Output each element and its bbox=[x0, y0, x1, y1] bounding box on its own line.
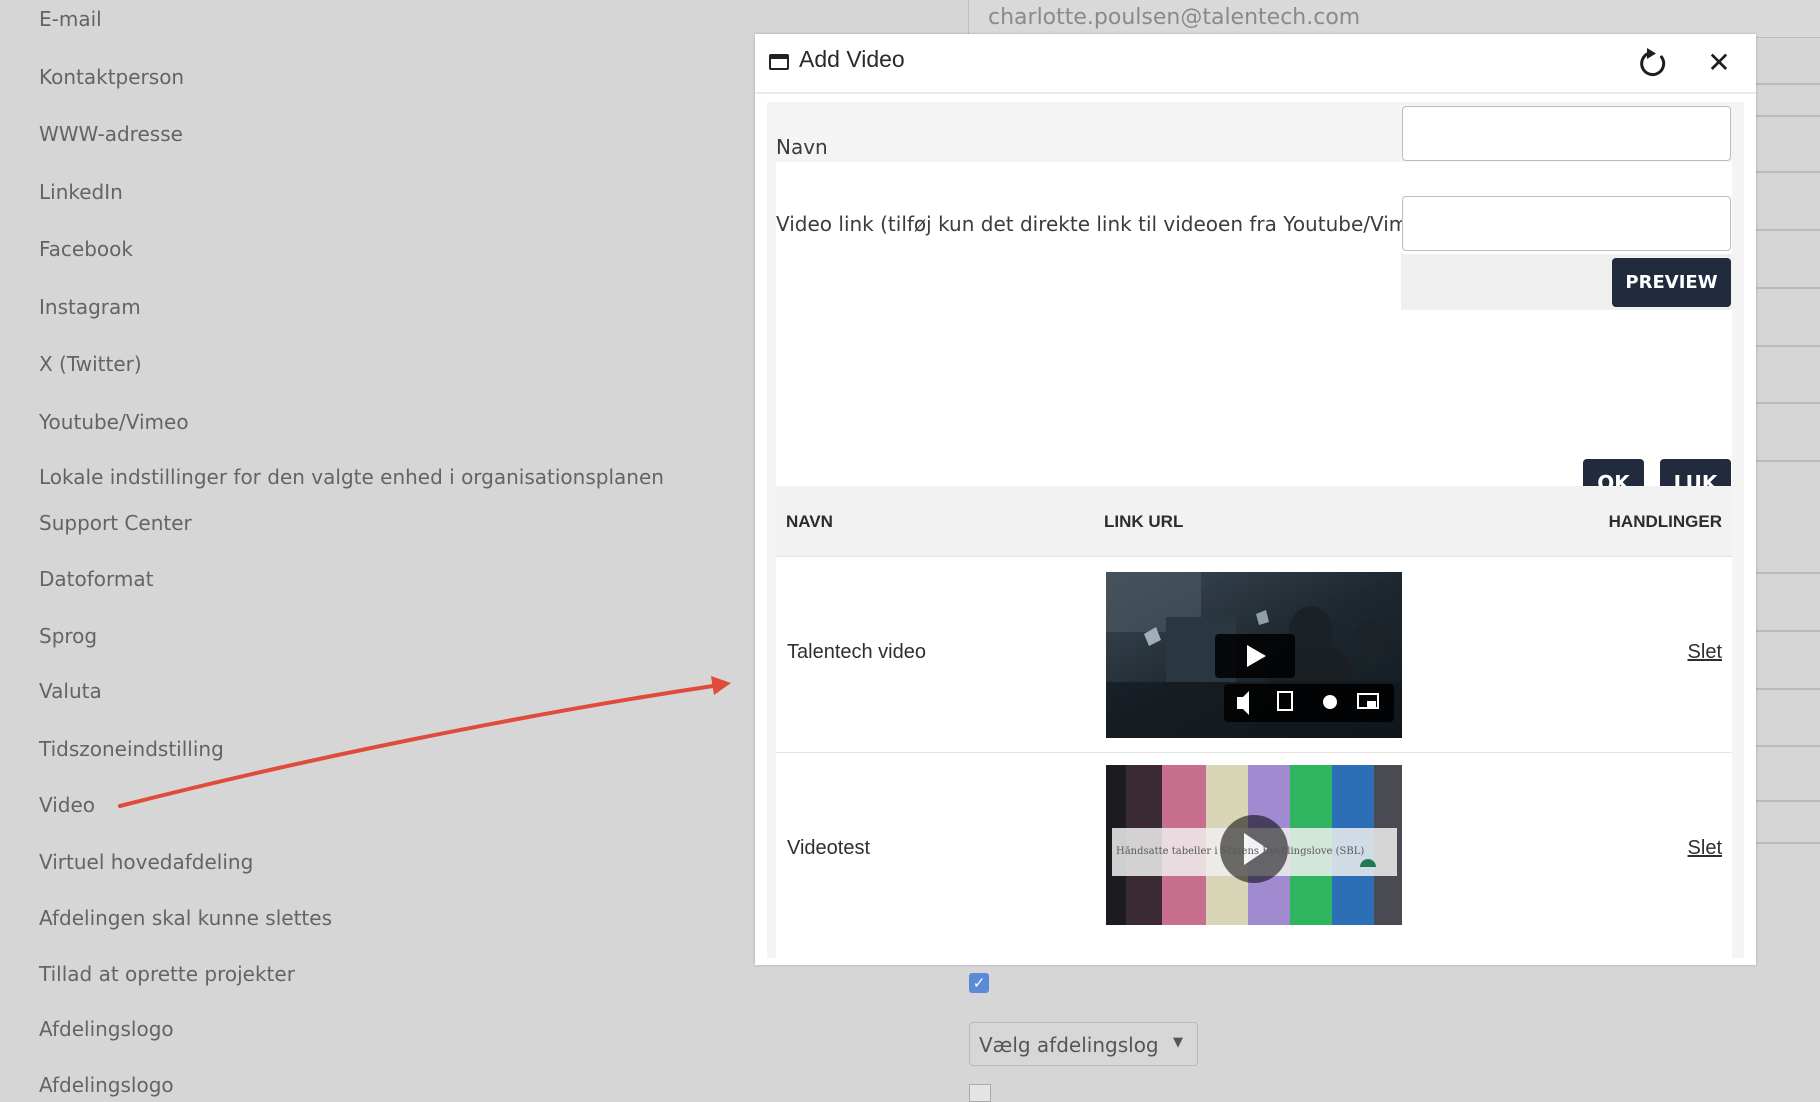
label-currency: Valuta bbox=[39, 679, 102, 703]
field-border bbox=[1750, 800, 1820, 802]
video-thumbnail[interactable]: Håndsatte tabeller i Statens Byvillingsl… bbox=[1106, 765, 1402, 925]
column-header-link: LINK URL bbox=[1104, 512, 1184, 531]
window-icon bbox=[769, 54, 789, 70]
field-border bbox=[1750, 115, 1820, 117]
broken-image-icon bbox=[969, 1084, 991, 1102]
label-logo-2: Afdelingslogo bbox=[39, 1073, 174, 1097]
field-border bbox=[1750, 83, 1820, 85]
label-video: Video bbox=[39, 793, 96, 817]
field-border bbox=[1750, 460, 1820, 462]
delete-link[interactable]: Slet bbox=[1688, 837, 1722, 860]
logo-select[interactable]: Vælg afdelingslog ▼ bbox=[969, 1022, 1198, 1066]
video-thumbnail[interactable] bbox=[1106, 572, 1402, 738]
close-icon[interactable]: ✕ bbox=[1703, 47, 1735, 79]
field-border bbox=[1750, 630, 1820, 632]
name-input[interactable] bbox=[1402, 106, 1731, 161]
delete-link[interactable]: Slet bbox=[1688, 641, 1722, 664]
field-border bbox=[1750, 572, 1820, 574]
dialog-body: Navn Video link (tilføj kun det direkte … bbox=[767, 102, 1744, 958]
dialog-title: Add Video bbox=[799, 46, 905, 72]
label-timezone: Tidszoneindstilling bbox=[39, 737, 224, 761]
preview-button[interactable]: PREVIEW bbox=[1612, 258, 1731, 307]
logo-select-value: Vælg afdelingslog bbox=[979, 1033, 1159, 1057]
name-label: Navn bbox=[776, 135, 828, 159]
field-border bbox=[1750, 745, 1820, 747]
projects-checkbox[interactable]: ✓ bbox=[969, 973, 989, 993]
field-border bbox=[1750, 842, 1820, 844]
label-local-settings: Lokale indstillinger for den valgte enhe… bbox=[39, 465, 664, 489]
label-contact: Kontaktperson bbox=[39, 65, 185, 89]
field-border bbox=[1750, 229, 1820, 231]
label-logo: Afdelingslogo bbox=[39, 1017, 174, 1041]
label-support: Support Center bbox=[39, 511, 192, 535]
field-border bbox=[1750, 171, 1820, 173]
label-www: WWW-adresse bbox=[39, 122, 183, 146]
dialog-header: Add Video ✕ bbox=[755, 34, 1756, 94]
label-twitter: X (Twitter) bbox=[39, 352, 142, 376]
label-language: Sprog bbox=[39, 624, 98, 648]
thumbnail-caption: Håndsatte tabeller i Statens Byvillingsl… bbox=[1116, 846, 1365, 857]
label-email: E-mail bbox=[39, 7, 102, 31]
dialog-content: Navn Video link (tilføj kun det direkte … bbox=[776, 102, 1732, 958]
label-projects: Tillad at oprette projekter bbox=[39, 962, 295, 986]
label-deletable: Afdelingen skal kunne slettes bbox=[39, 906, 332, 930]
label-instagram: Instagram bbox=[39, 295, 141, 319]
label-linkedin: LinkedIn bbox=[39, 180, 123, 204]
video-table-header: NAVN LINK URL HANDLINGER bbox=[776, 486, 1732, 557]
add-video-dialog: Add Video ✕ Navn Video link (tilføj kun … bbox=[755, 34, 1756, 965]
email-field[interactable]: charlotte.poulsen@talentech.com bbox=[968, 0, 1820, 38]
label-dateformat: Datoformat bbox=[39, 567, 154, 591]
field-border bbox=[1750, 287, 1820, 289]
table-row: Talentech video Slet bbox=[776, 557, 1732, 753]
field-border bbox=[1750, 688, 1820, 690]
table-row: Videotest Håndsatte tabeller i Statens B… bbox=[776, 753, 1732, 958]
label-youtube: Youtube/Vimeo bbox=[39, 410, 189, 434]
column-header-name: NAVN bbox=[786, 512, 833, 531]
video-link-input[interactable] bbox=[1402, 196, 1731, 251]
refresh-icon[interactable] bbox=[1636, 46, 1670, 80]
label-virtual-hq: Virtuel hovedafdeling bbox=[39, 850, 254, 874]
video-name: Videotest bbox=[787, 837, 871, 859]
field-border bbox=[1750, 345, 1820, 347]
label-facebook: Facebook bbox=[39, 237, 133, 261]
field-border bbox=[1750, 402, 1820, 404]
video-name: Talentech video bbox=[787, 641, 926, 663]
video-link-label: Video link (tilføj kun det direkte link … bbox=[776, 212, 1441, 236]
chevron-down-icon: ▼ bbox=[1173, 1035, 1183, 1050]
column-header-actions: HANDLINGER bbox=[1608, 512, 1722, 531]
